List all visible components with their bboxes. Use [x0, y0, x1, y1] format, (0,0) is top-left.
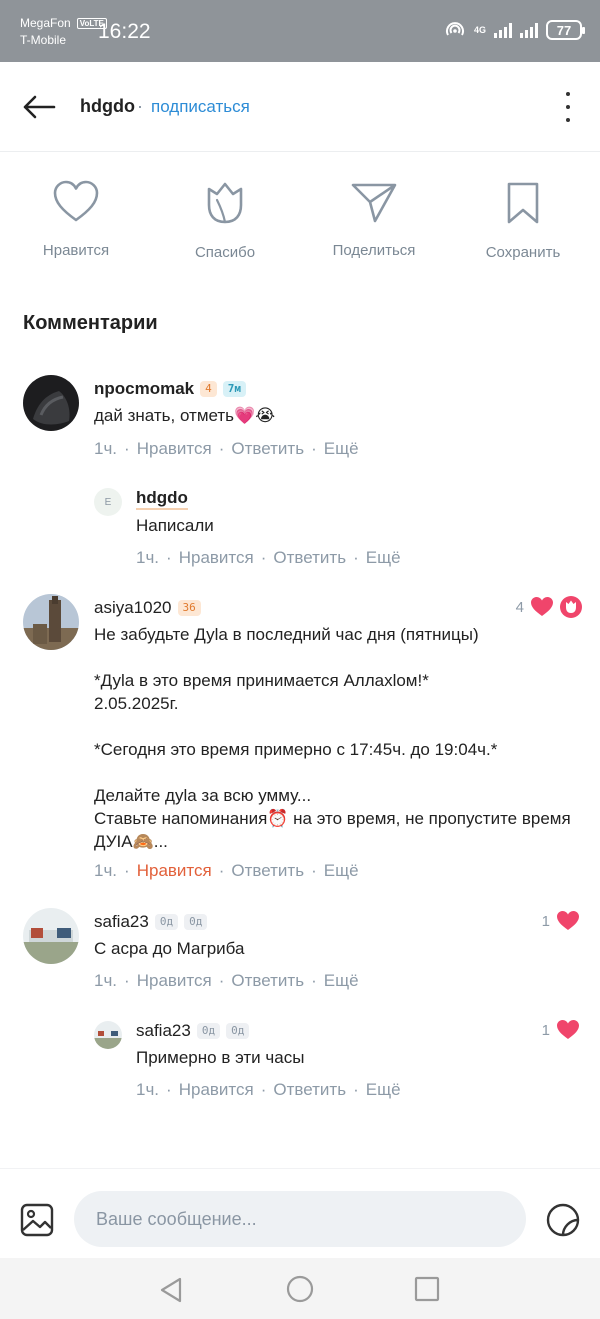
- heart-filled-icon[interactable]: [556, 910, 580, 932]
- age-badge: 0д: [154, 914, 179, 930]
- network-label: 4G: [473, 24, 486, 35]
- avatar-letter: E: [104, 496, 112, 508]
- carrier-1: MegaFon: [20, 16, 71, 30]
- comment-username[interactable]: asiya1020: [94, 598, 172, 618]
- thanks-button[interactable]: Спасибо: [165, 180, 285, 261]
- comment-time: 1ч.: [136, 1080, 160, 1099]
- thanks-label: Спасибо: [194, 244, 256, 261]
- comment-text: Написали: [136, 516, 214, 535]
- nav-home-button[interactable]: [286, 1275, 314, 1308]
- more-button[interactable]: Ещё: [366, 1080, 401, 1100]
- level-badge: 4: [200, 381, 217, 397]
- comment-likes: 4: [516, 596, 582, 618]
- hotspot-icon: [445, 22, 464, 36]
- battery-level: 77: [556, 22, 572, 38]
- more-button[interactable]: Ещё: [324, 971, 359, 991]
- like-comment-button[interactable]: Нравится: [179, 1080, 254, 1100]
- age-badge: 7м: [222, 381, 247, 397]
- status-bar: MegaFon VoLTE T-Mobile 16:22 4G 77: [0, 0, 600, 62]
- heart-filled-icon[interactable]: [530, 596, 554, 618]
- comment-username[interactable]: safia23: [136, 1021, 191, 1041]
- more-button[interactable]: Ещё: [324, 861, 359, 881]
- carriers: MegaFon VoLTE T-Mobile: [20, 15, 107, 49]
- avatar[interactable]: [23, 908, 79, 964]
- reply-button[interactable]: Ответить: [273, 1080, 346, 1100]
- reply-button[interactable]: Ответить: [231, 861, 304, 881]
- comment-time: 1ч.: [136, 548, 160, 567]
- more-button[interactable]: Ещё: [324, 439, 359, 459]
- square-recents-icon: [414, 1276, 440, 1302]
- author-username[interactable]: hdgdo: [80, 96, 135, 117]
- arrow-left-icon: [23, 95, 56, 119]
- nav-back-button[interactable]: [158, 1276, 184, 1309]
- status-icons: 4G 77: [444, 20, 585, 40]
- circle-home-icon: [286, 1275, 314, 1303]
- age-badge: 0д: [226, 1023, 250, 1039]
- subscribe-button[interactable]: подписаться: [151, 97, 250, 117]
- comments-title: Комментарии: [23, 312, 158, 334]
- back-button[interactable]: [22, 89, 60, 125]
- comment-text: С асра до Магриба: [94, 939, 245, 958]
- comment-likes: 1: [542, 1019, 580, 1041]
- avatar[interactable]: [23, 375, 79, 431]
- tulip-filled-icon[interactable]: [560, 596, 582, 618]
- share-label: Поделиться: [332, 242, 416, 259]
- comment-text: Не забудьте Дуlа в последний час дня (пя…: [94, 625, 571, 851]
- age-badge: 0д: [184, 914, 208, 930]
- avatar[interactable]: [94, 1021, 122, 1049]
- triangle-back-icon: [160, 1277, 182, 1303]
- comment-time: 1ч.: [94, 439, 118, 458]
- likes-count: 4: [515, 598, 524, 616]
- send-icon: [351, 183, 397, 223]
- like-post-button[interactable]: Нравится: [16, 180, 136, 259]
- post-actions: Нравится Спасибо Поделиться Сохранить: [0, 180, 600, 270]
- more-options-button[interactable]: [562, 92, 574, 122]
- tulip-icon: [207, 182, 243, 224]
- like-comment-button[interactable]: Нравится: [179, 548, 254, 568]
- nav-recents-button[interactable]: [414, 1276, 440, 1307]
- like-post-label: Нравится: [42, 242, 110, 259]
- reply-button[interactable]: Ответить: [273, 548, 346, 568]
- reply-button[interactable]: Ответить: [231, 439, 304, 459]
- age-badge: 0д: [196, 1023, 221, 1039]
- sticker-button[interactable]: [546, 1203, 580, 1242]
- heart-filled-icon[interactable]: [556, 1019, 580, 1041]
- save-label: Сохранить: [485, 244, 561, 261]
- level-badge: 36: [177, 600, 201, 616]
- comment-likes: 1: [542, 910, 580, 932]
- reply-button[interactable]: Ответить: [231, 971, 304, 991]
- message-composer: [0, 1168, 600, 1268]
- share-button[interactable]: Поделиться: [314, 180, 434, 259]
- comment-text: Примерно в эти часы: [136, 1048, 305, 1067]
- carrier-2: T-Mobile: [20, 33, 67, 47]
- signal-bars-icon: [494, 22, 512, 38]
- avatar[interactable]: E: [94, 488, 122, 516]
- like-comment-button[interactable]: Нравится: [137, 971, 212, 991]
- attach-image-button[interactable]: [20, 1203, 54, 1242]
- heart-icon: [53, 180, 99, 222]
- avatar[interactable]: [23, 594, 79, 650]
- more-button[interactable]: Ещё: [366, 548, 401, 568]
- likes-count: 1: [541, 1021, 550, 1039]
- clock: 16:22: [98, 20, 151, 43]
- signal-bars-2-icon: [520, 22, 538, 38]
- comment-username[interactable]: safia23: [94, 912, 149, 932]
- post-header: hdgdo · подписаться: [0, 62, 600, 152]
- battery-icon: 77: [546, 20, 585, 40]
- save-button[interactable]: Сохранить: [463, 180, 583, 261]
- like-comment-button[interactable]: Нравится: [137, 861, 212, 881]
- separator-dot: ·: [137, 96, 143, 116]
- likes-count: 1: [541, 912, 550, 930]
- comment-text: дай знать, отметь💗😭: [94, 406, 276, 425]
- comment-time: 1ч.: [94, 971, 118, 990]
- comment-time: 1ч.: [94, 861, 118, 880]
- image-icon: [20, 1203, 54, 1237]
- system-nav-bar: [0, 1258, 600, 1319]
- like-comment-button[interactable]: Нравится: [137, 439, 212, 459]
- sticker-icon: [546, 1203, 580, 1237]
- comment-username[interactable]: npocmomak: [94, 379, 194, 399]
- bookmark-icon: [507, 182, 539, 224]
- message-input[interactable]: [74, 1191, 526, 1247]
- comment-username[interactable]: hdgdo: [136, 488, 188, 510]
